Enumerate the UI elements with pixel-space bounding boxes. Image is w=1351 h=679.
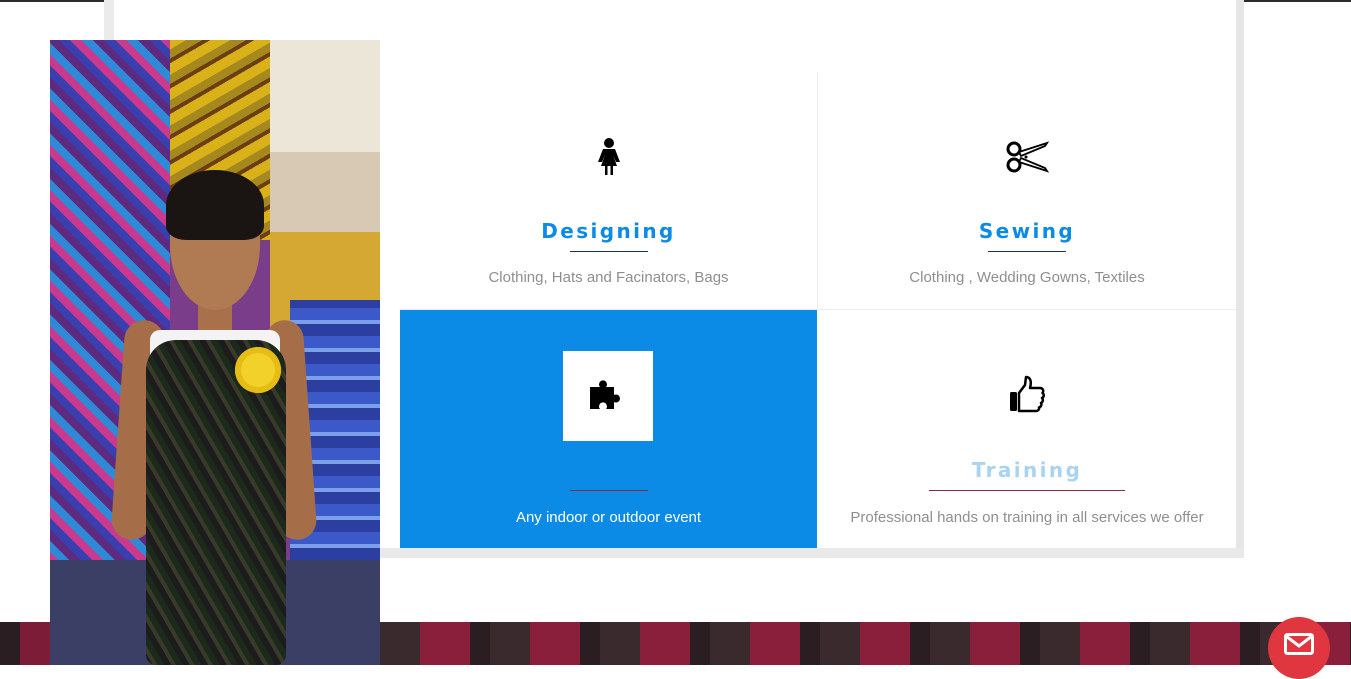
service-card-sewing[interactable]: Sewing Clothing , Wedding Gowns, Textile…: [818, 72, 1236, 310]
service-description: Professional hands on training in all se…: [850, 509, 1204, 526]
panel-shadow-bottom: [380, 548, 1244, 558]
left-decor-strip: [104, 0, 114, 40]
service-title: Training: [971, 458, 1083, 482]
service-description: Clothing , Wedding Gowns, Textiles: [909, 269, 1145, 286]
puzzle-icon: [590, 380, 620, 409]
bottom-background-image: [0, 622, 50, 665]
featured-photo: [50, 40, 380, 665]
mail-button[interactable]: [1268, 617, 1330, 679]
panel-shadow-right: [1236, 0, 1244, 558]
service-title: Sewing: [978, 219, 1076, 243]
bottom-background-image: [380, 622, 1351, 665]
icon-box: [563, 351, 653, 441]
mail-icon: [1284, 633, 1314, 655]
service-card-training[interactable]: Training Professional hands on training …: [818, 310, 1236, 548]
service-description: Any indoor or outdoor event: [515, 509, 702, 526]
service-title: Designing: [541, 219, 676, 243]
title-underline: [988, 251, 1066, 252]
photo-model-hair: [166, 170, 264, 240]
service-card-designing[interactable]: Designing Clothing, Hats and Facinators,…: [400, 72, 818, 310]
title-underline: [569, 251, 648, 252]
service-description: Clothing, Hats and Facinators, Bags: [488, 269, 729, 286]
title-underline: [569, 490, 648, 491]
title-underline: [929, 490, 1125, 491]
service-card-events[interactable]: Any indoor or outdoor event: [400, 310, 817, 548]
thumbs-up-icon: [1005, 373, 1049, 417]
scissors-icon: [1005, 135, 1050, 179]
woman-icon: [587, 135, 631, 179]
photo-flower: [235, 347, 281, 393]
